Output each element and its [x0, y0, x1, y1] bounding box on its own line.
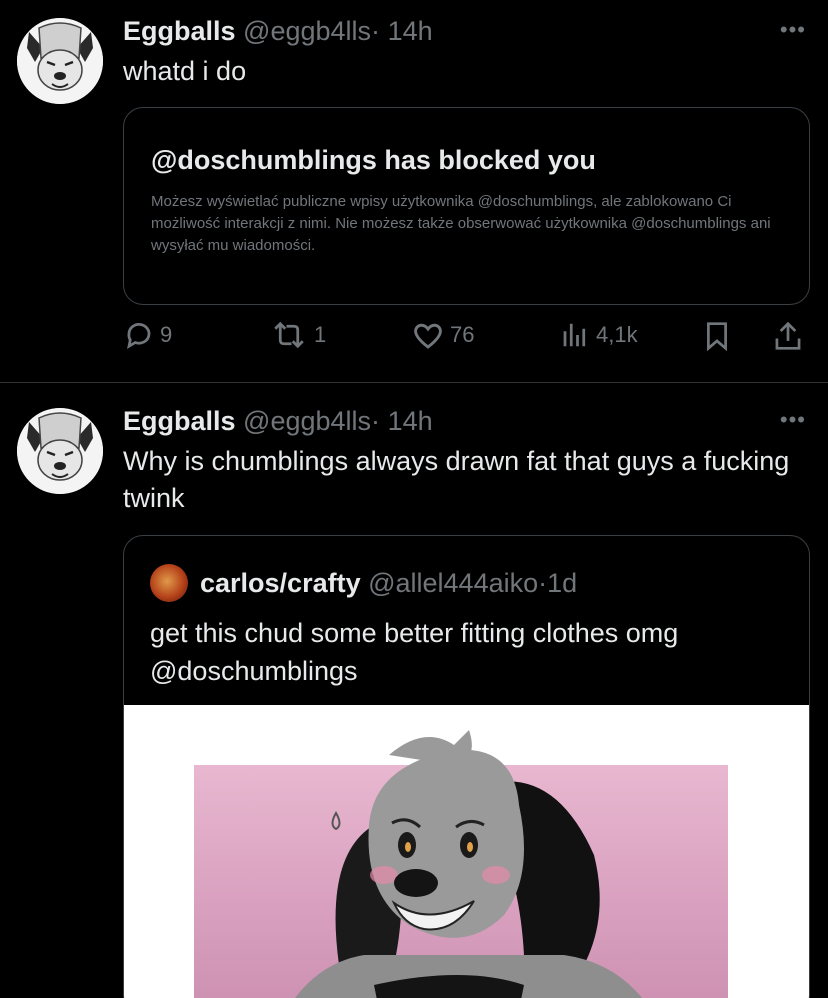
quoted-tweet[interactable]: carlos/crafty @allel444aiko · 1d get this …	[123, 535, 810, 998]
quote-user-handle[interactable]: @allel444aiko	[368, 568, 538, 599]
reply-button[interactable]: 9	[124, 320, 172, 350]
quote-avatar[interactable]	[150, 564, 188, 602]
blocked-title: @doschumblings has blocked you	[151, 145, 596, 175]
share-icon	[775, 321, 801, 350]
quote-display-name[interactable]: carlos/crafty	[200, 568, 361, 599]
dog-avatar-icon	[17, 18, 103, 104]
quote-header: carlos/crafty @allel444aiko · 1d	[150, 564, 577, 602]
quote-text-line: get this chud some better fitting clothe…	[150, 618, 679, 648]
repost-count: 1	[314, 322, 327, 347]
bookmark-button[interactable]	[702, 320, 732, 352]
share-button[interactable]	[773, 320, 803, 352]
blocked-notice-card: @doschumblings has blocked you Możesz wy…	[123, 107, 810, 305]
like-icon	[414, 323, 442, 349]
more-icon[interactable]: •••	[780, 19, 806, 41]
dog-avatar-icon	[17, 408, 103, 494]
reply-count: 9	[160, 322, 173, 347]
timestamp[interactable]: 14h	[388, 16, 433, 46]
more-icon[interactable]: •••	[780, 409, 806, 431]
display-name[interactable]: Eggballs	[123, 16, 236, 46]
views-icon	[563, 323, 586, 347]
like-button[interactable]: 76	[412, 320, 474, 350]
bookmark-icon	[707, 322, 727, 352]
separator: ·	[371, 406, 381, 436]
tweet[interactable]: Eggballs @eggb4lls· 14h ••• whatd i do @…	[0, 0, 828, 383]
user-handle[interactable]: @eggb4lls	[243, 16, 371, 46]
quote-image[interactable]	[124, 705, 809, 998]
views-count: 4,1k	[596, 322, 638, 347]
user-handle[interactable]: @eggb4lls	[243, 406, 371, 436]
like-count: 76	[450, 322, 475, 347]
quote-timestamp[interactable]: 1d	[547, 568, 577, 599]
tweet-text: Why is chumblings always drawn fat that …	[123, 446, 790, 513]
action-bar: 9 1 76 4,1k	[0, 320, 828, 360]
timestamp[interactable]: 14h	[388, 406, 433, 436]
repost-button[interactable]: 1	[270, 320, 326, 350]
reply-icon	[127, 323, 151, 350]
views-button[interactable]: 4,1k	[560, 320, 638, 350]
user-avatar[interactable]	[17, 18, 103, 104]
quote-text: get this chud some better fitting clothe…	[150, 614, 678, 690]
tweet-text: whatd i do	[123, 56, 247, 86]
mention-link[interactable]: @doschumblings	[150, 652, 678, 690]
display-name[interactable]: Eggballs	[123, 406, 236, 436]
dog-illustration-icon	[124, 705, 809, 998]
repost-icon	[274, 321, 304, 349]
tweet[interactable]: Eggballs @eggb4lls· 14h ••• Why is chumb…	[0, 384, 828, 998]
tweet-header: Eggballs @eggb4lls· 14h	[123, 15, 433, 47]
tweet-header: Eggballs @eggb4lls· 14h	[123, 405, 433, 437]
user-avatar[interactable]	[17, 408, 103, 494]
blocked-description: Możesz wyświetlać publiczne wpisy użytko…	[151, 193, 771, 254]
separator: ·	[371, 16, 381, 46]
separator: ·	[538, 567, 548, 598]
